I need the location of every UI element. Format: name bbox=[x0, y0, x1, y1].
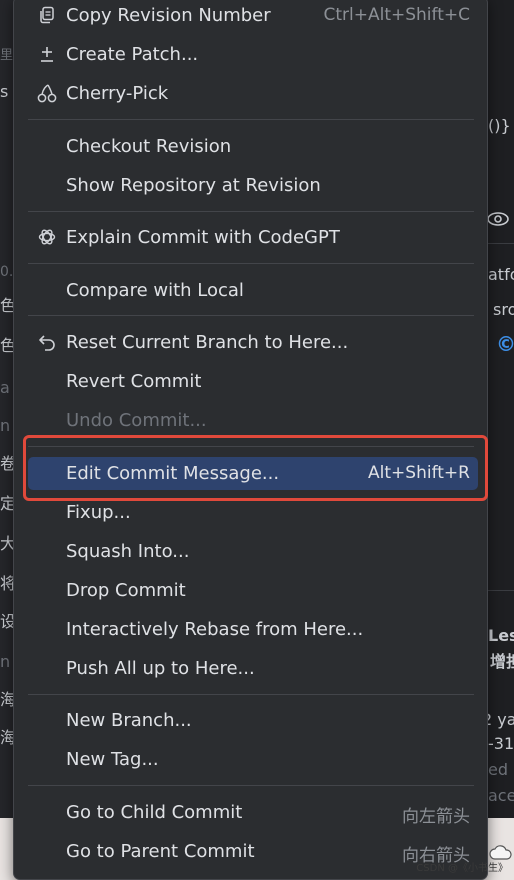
menu-item-interactively-rebase[interactable]: Interactively Rebase from Here... bbox=[28, 613, 478, 646]
menu-item-go-to-child-commit[interactable]: Go to Child Commit 向左箭头 bbox=[28, 796, 478, 829]
menu-separator bbox=[28, 785, 474, 786]
bg-fragment: n bbox=[0, 416, 11, 435]
menu-item-label: Show Repository at Revision bbox=[66, 175, 321, 196]
undo-arrow-icon bbox=[36, 331, 58, 353]
menu-item-push-all-up-to-here[interactable]: Push All up to Here... bbox=[28, 652, 478, 685]
menu-item-go-to-parent-commit[interactable]: Go to Parent Commit 向右箭头 bbox=[28, 835, 478, 868]
bg-fragment: sro bbox=[493, 300, 514, 319]
menu-item-reset-current-branch[interactable]: Reset Current Branch to Here... bbox=[28, 326, 478, 359]
menu-item-create-patch[interactable]: Create Patch... bbox=[28, 38, 478, 71]
menu-item-label: Cherry-Pick bbox=[66, 83, 169, 104]
menu-item-label: New Tag... bbox=[66, 749, 159, 770]
bg-fragment: Les bbox=[488, 626, 514, 645]
annotation-highlight-box bbox=[23, 435, 488, 501]
menu-separator bbox=[28, 694, 474, 695]
menu-item-compare-with-local[interactable]: Compare with Local bbox=[28, 274, 478, 307]
bg-fragment: ()} bbox=[488, 116, 511, 135]
bg-fragment: ed c bbox=[488, 760, 514, 779]
menu-item-revert-commit[interactable]: Revert Commit bbox=[28, 365, 478, 398]
bg-fragment: 0. bbox=[0, 264, 14, 280]
menu-separator bbox=[28, 315, 474, 316]
menu-item-drop-commit[interactable]: Drop Commit bbox=[28, 574, 478, 607]
menu-item-shortcut: 向左箭头 bbox=[402, 807, 470, 827]
menu-item-new-branch[interactable]: New Branch... bbox=[28, 704, 478, 737]
menu-item-label: Checkout Revision bbox=[66, 136, 232, 157]
menu-item-label: Explain Commit with CodeGPT bbox=[66, 227, 340, 248]
menu-item-cherry-pick[interactable]: Cherry-Pick bbox=[28, 77, 478, 110]
copyright-icon: © bbox=[496, 332, 514, 356]
menu-item-undo-commit: Undo Commit... bbox=[28, 404, 478, 437]
watermark: CSDN @《小书生》 bbox=[416, 863, 508, 874]
menu-item-label: Squash Into... bbox=[66, 541, 190, 562]
bg-fragment: atfo bbox=[488, 265, 514, 284]
menu-item-label: Fixup... bbox=[66, 502, 131, 523]
menu-separator bbox=[28, 263, 474, 264]
cherry-icon bbox=[36, 82, 58, 104]
menu-item-label: Copy Revision Number bbox=[66, 5, 271, 26]
menu-item-label: Drop Commit bbox=[66, 580, 186, 601]
menu-item-label: Interactively Rebase from Here... bbox=[66, 619, 364, 640]
menu-item-label: Create Patch... bbox=[66, 44, 199, 65]
menu-item-label: Go to Parent Commit bbox=[66, 841, 255, 862]
bg-fragment: n bbox=[0, 652, 11, 671]
menu-item-new-tag[interactable]: New Tag... bbox=[28, 743, 478, 776]
menu-item-copy-revision-number[interactable]: Copy Revision Number Ctrl+Alt+Shift+C bbox=[28, 0, 478, 32]
bg-fragment: 增担 bbox=[490, 652, 514, 671]
openai-icon bbox=[36, 226, 58, 248]
menu-separator bbox=[28, 119, 474, 120]
bg-fragment: a bbox=[0, 378, 10, 397]
menu-item-shortcut: Ctrl+Alt+Shift+C bbox=[323, 5, 470, 25]
divider bbox=[488, 243, 514, 244]
menu-item-label: Revert Commit bbox=[66, 371, 202, 392]
eye-icon[interactable] bbox=[486, 210, 510, 228]
left-editor-strip bbox=[0, 0, 14, 880]
menu-item-squash-into[interactable]: Squash Into... bbox=[28, 535, 478, 568]
menu-item-label: Undo Commit... bbox=[66, 410, 207, 431]
copy-icon bbox=[36, 4, 58, 26]
menu-item-show-repository-at-revision[interactable]: Show Repository at Revision bbox=[28, 169, 478, 202]
menu-item-checkout-revision[interactable]: Checkout Revision bbox=[28, 130, 478, 163]
bg-fragment: ace bbox=[488, 786, 514, 805]
menu-item-explain-commit-codegpt[interactable]: Explain Commit with CodeGPT bbox=[28, 221, 478, 254]
plus-minus-icon bbox=[36, 43, 58, 65]
menu-item-label: Push All up to Here... bbox=[66, 658, 255, 679]
bg-fragment: -31 bbox=[488, 734, 514, 753]
menu-item-label: Reset Current Branch to Here... bbox=[66, 332, 349, 353]
menu-item-label: New Branch... bbox=[66, 710, 192, 731]
menu-item-label: Compare with Local bbox=[66, 280, 244, 301]
divider bbox=[488, 590, 514, 591]
menu-separator bbox=[28, 211, 474, 212]
menu-item-label: Go to Child Commit bbox=[66, 802, 243, 823]
